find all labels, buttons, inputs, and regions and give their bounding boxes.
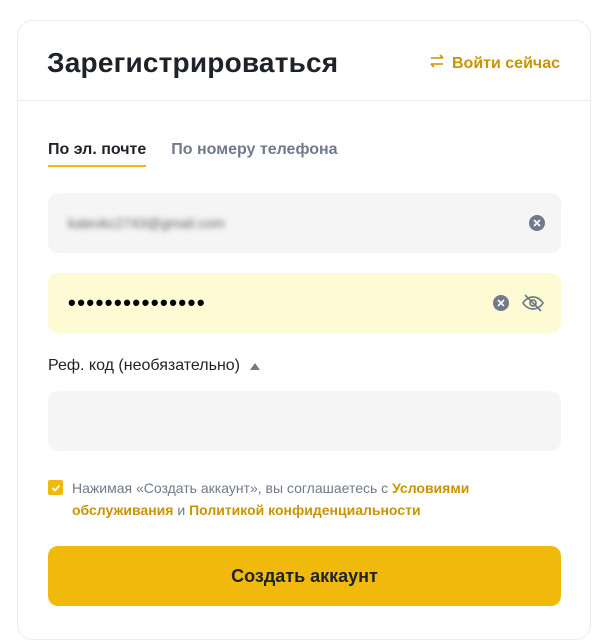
referral-toggle[interactable]: Реф. код (необязательно) <box>48 357 260 375</box>
signup-card: Зарегистрироваться Войти сейчас По эл. п… <box>17 20 591 640</box>
eye-hidden-icon[interactable] <box>521 291 545 315</box>
login-now-label: Войти сейчас <box>452 54 560 72</box>
referral-code-input[interactable] <box>48 391 561 451</box>
password-value: ••••••••••••••• <box>68 290 207 315</box>
password-field[interactable]: ••••••••••••••• <box>48 273 561 333</box>
clear-icon[interactable] <box>493 295 509 311</box>
terms-checkbox[interactable] <box>48 480 63 495</box>
privacy-link[interactable]: Политикой конфиденциальности <box>189 502 421 518</box>
agreement-text: Нажимая «Создать аккаунт», вы соглашаете… <box>72 477 518 521</box>
swap-arrows-icon <box>428 52 446 75</box>
triangle-up-icon <box>250 362 260 370</box>
tab-phone[interactable]: По номеру телефона <box>171 141 337 167</box>
clear-icon[interactable] <box>529 215 545 231</box>
email-field[interactable]: katevkc2743@gmail.com <box>48 193 561 253</box>
page-title: Зарегистрироваться <box>47 47 339 78</box>
referral-label: Реф. код (необязательно) <box>48 357 240 374</box>
tab-email[interactable]: По эл. почте <box>48 141 147 167</box>
agreement-text-and: и <box>173 502 190 518</box>
email-value: katevkc2743@gmail.com <box>68 215 225 231</box>
terms-agreement: Нажимая «Создать аккаунт», вы соглашаете… <box>48 477 518 521</box>
signup-method-tabs: По эл. почте По номеру телефона <box>48 141 338 167</box>
create-account-button[interactable]: Создать аккаунт <box>48 546 561 606</box>
login-now-link[interactable]: Войти сейчас <box>428 52 560 75</box>
agreement-text-before: Нажимая «Создать аккаунт», вы соглашаете… <box>72 480 393 496</box>
card-header: Зарегистрироваться Войти сейчас <box>18 21 590 101</box>
